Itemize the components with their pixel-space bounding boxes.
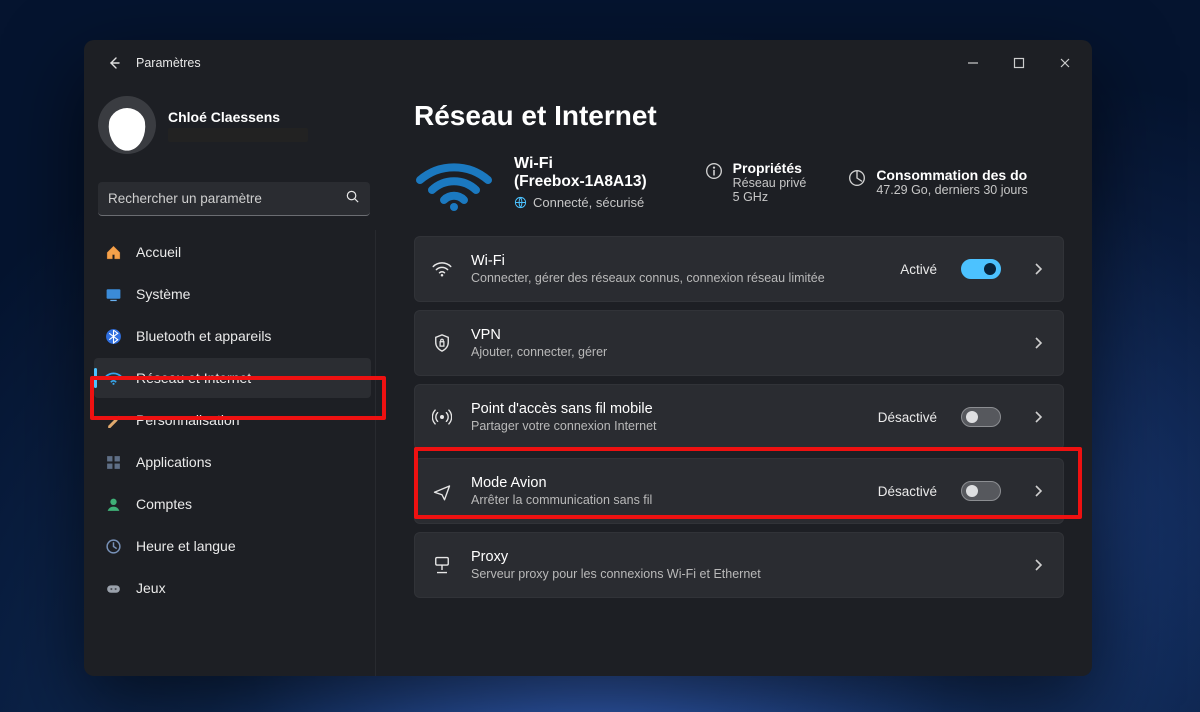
accounts-icon	[104, 495, 122, 513]
sidebar-item-label: Bluetooth et appareils	[136, 328, 271, 344]
maximize-icon	[1013, 57, 1025, 69]
shield-icon	[431, 333, 453, 353]
globe-icon	[514, 196, 527, 209]
card-title: Wi-Fi	[471, 253, 882, 269]
chevron-right-icon	[1029, 262, 1047, 276]
sidebar-item-gaming[interactable]: Jeux	[94, 568, 371, 608]
sidebar-item-label: Réseau et Internet	[136, 370, 251, 386]
gaming-icon	[104, 579, 122, 597]
search-box[interactable]	[98, 182, 370, 216]
settings-window: Paramètres Chloé Claessens	[84, 40, 1092, 676]
sidebar-item-home[interactable]: Accueil	[94, 232, 371, 272]
properties-sub2: 5 GHz	[733, 190, 807, 204]
back-button[interactable]	[96, 45, 132, 81]
network-icon	[104, 369, 122, 387]
sidebar-item-label: Applications	[136, 454, 212, 470]
personalize-icon	[104, 411, 122, 429]
card-state-label: Activé	[900, 262, 937, 277]
home-icon	[104, 243, 122, 261]
data-usage-sub: 47.29 Go, derniers 30 jours	[876, 183, 1027, 197]
sidebar-item-label: Comptes	[136, 496, 192, 512]
window-title: Paramètres	[136, 56, 201, 70]
time-lang-icon	[104, 537, 122, 555]
sidebar-item-label: Accueil	[136, 244, 181, 260]
airplane-icon	[431, 481, 453, 501]
card-vpn[interactable]: VPN Ajouter, connecter, gérer	[414, 310, 1064, 376]
minimize-button[interactable]	[950, 47, 996, 79]
card-title: Mode Avion	[471, 475, 860, 491]
data-usage-icon	[848, 169, 866, 187]
card-proxy[interactable]: Proxy Serveur proxy pour les connexions …	[414, 532, 1064, 598]
sidebar-item-bluetooth[interactable]: Bluetooth et appareils	[94, 316, 371, 356]
card-subtitle: Connecter, gérer des réseaux connus, con…	[471, 271, 882, 285]
card-subtitle: Partager votre connexion Internet	[471, 419, 860, 433]
profile-email	[168, 128, 308, 142]
card-airplane-mode[interactable]: Mode Avion Arrêter la communication sans…	[414, 458, 1064, 524]
card-title: Point d'accès sans fil mobile	[471, 401, 860, 417]
search-input[interactable]	[108, 191, 345, 206]
chevron-right-icon	[1029, 558, 1047, 572]
properties-block[interactable]: Propriétés Réseau privé 5 GHz	[705, 160, 807, 204]
airplane-toggle[interactable]	[961, 481, 1001, 501]
data-usage-block[interactable]: Consommation des do 47.29 Go, derniers 3…	[848, 167, 1027, 197]
chevron-right-icon	[1029, 484, 1047, 498]
profile-name: Chloé Claessens	[168, 109, 308, 125]
chevron-right-icon	[1029, 336, 1047, 350]
card-state-label: Désactivé	[878, 410, 937, 425]
connection-header: Wi-Fi (Freebox-1A8A13) Connecté, sécuris…	[414, 152, 1064, 212]
connection-name: Wi-Fi	[514, 155, 647, 173]
sidebar-item-system[interactable]: Système	[94, 274, 371, 314]
sidebar: Chloé Claessens Accueil	[84, 86, 384, 676]
system-icon	[104, 285, 122, 303]
wifi-icon	[431, 259, 453, 279]
card-mobile-hotspot[interactable]: Point d'accès sans fil mobile Partager v…	[414, 384, 1064, 450]
properties-sub1: Réseau privé	[733, 176, 807, 190]
wifi-large-icon	[414, 152, 494, 212]
card-title: Proxy	[471, 549, 1001, 565]
card-wifi[interactable]: Wi-Fi Connecter, gérer des réseaux connu…	[414, 236, 1064, 302]
arrow-left-icon	[106, 55, 122, 71]
sidebar-item-label: Jeux	[136, 580, 166, 596]
sidebar-item-apps[interactable]: Applications	[94, 442, 371, 482]
card-subtitle: Arrêter la communication sans fil	[471, 493, 860, 507]
properties-title: Propriétés	[733, 160, 807, 176]
bluetooth-icon	[104, 327, 122, 345]
search-icon	[345, 189, 360, 209]
info-icon	[705, 162, 723, 180]
sidebar-item-network[interactable]: Réseau et Internet	[94, 358, 371, 398]
sidebar-item-time-language[interactable]: Heure et langue	[94, 526, 371, 566]
sidebar-item-label: Système	[136, 286, 190, 302]
connection-status: Connecté, sécurisé	[533, 195, 644, 210]
connection-ssid: (Freebox-1A8A13)	[514, 173, 647, 191]
sidebar-item-label: Heure et langue	[136, 538, 236, 554]
profile-block[interactable]: Chloé Claessens	[92, 86, 376, 172]
page-title: Réseau et Internet	[414, 100, 1064, 132]
main-pane[interactable]: Réseau et Internet Wi-Fi (Freebox-1A8A13…	[384, 86, 1092, 676]
apps-icon	[104, 453, 122, 471]
card-subtitle: Ajouter, connecter, gérer	[471, 345, 1001, 359]
maximize-button[interactable]	[996, 47, 1042, 79]
avatar	[98, 96, 156, 154]
hotspot-icon	[431, 407, 453, 427]
card-title: VPN	[471, 327, 1001, 343]
data-usage-title: Consommation des do	[876, 167, 1027, 183]
hotspot-toggle[interactable]	[961, 407, 1001, 427]
card-state-label: Désactivé	[878, 484, 937, 499]
close-button[interactable]	[1042, 47, 1088, 79]
card-subtitle: Serveur proxy pour les connexions Wi-Fi …	[471, 567, 1001, 581]
chevron-right-icon	[1029, 410, 1047, 424]
wifi-toggle[interactable]	[961, 259, 1001, 279]
sidebar-item-label: Personnalisation	[136, 412, 240, 428]
sidebar-item-personalization[interactable]: Personnalisation	[94, 400, 371, 440]
titlebar: Paramètres	[84, 40, 1092, 86]
close-icon	[1059, 57, 1071, 69]
sidebar-item-accounts[interactable]: Comptes	[94, 484, 371, 524]
proxy-icon	[431, 555, 453, 575]
minimize-icon	[967, 57, 979, 69]
nav-list[interactable]: Accueil Système Bluetooth et appareils	[92, 230, 376, 676]
